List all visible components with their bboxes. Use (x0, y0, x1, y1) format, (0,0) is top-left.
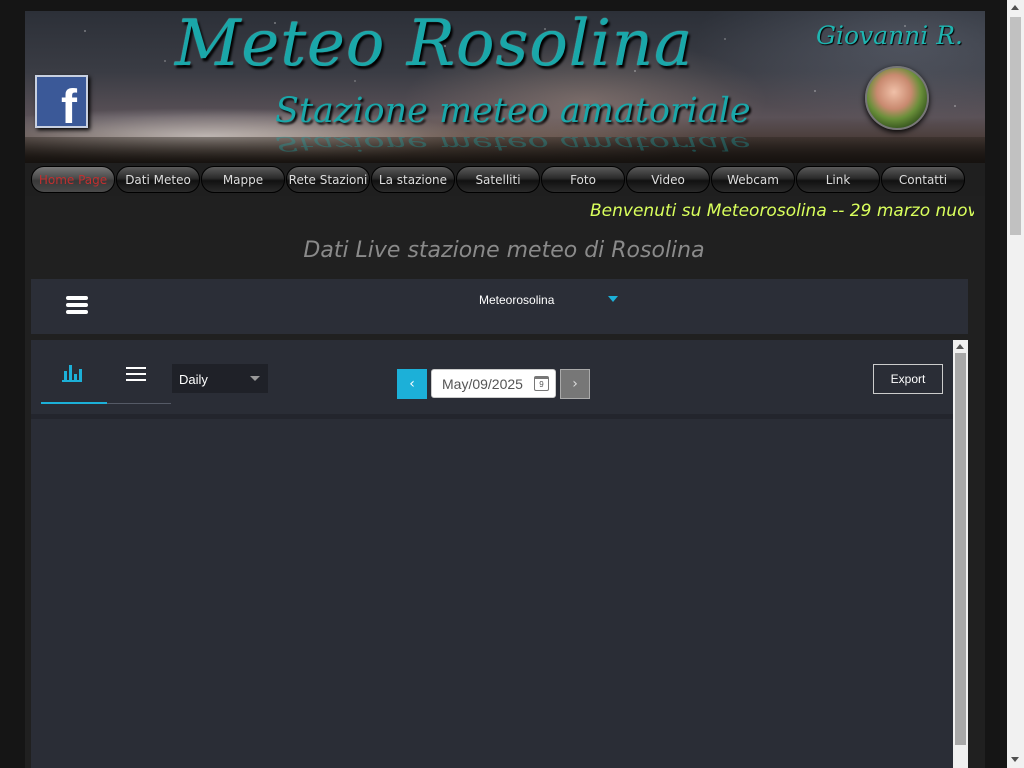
chevron-down-icon[interactable] (608, 296, 618, 302)
page-heading: Dati Live stazione meteo di Rosolina (303, 238, 705, 263)
nav-mappe[interactable]: Mappe (201, 166, 285, 193)
period-select[interactable]: Daily (172, 364, 268, 393)
date-input[interactable]: May/09/2025 9 (431, 369, 556, 398)
page-scrollbar[interactable] (1007, 0, 1024, 768)
facebook-glyph: f (61, 81, 77, 134)
widget-scrollbar[interactable] (953, 340, 968, 768)
nav-la-stazione[interactable]: La stazione (371, 166, 455, 193)
menu-icon[interactable] (66, 296, 88, 314)
bar-chart-icon (62, 364, 82, 382)
date-input-value: May/09/2025 (442, 376, 523, 392)
list-icon (126, 367, 146, 385)
nav-dati-meteo[interactable]: Dati Meteo (116, 166, 200, 193)
calendar-icon[interactable]: 9 (534, 376, 549, 391)
site-title: Meteo Rosolina (175, 11, 694, 81)
data-widget: Daily ‹ May/09/2025 9 › Export (31, 340, 968, 768)
export-button[interactable]: Export (873, 364, 943, 394)
header-banner: Meteo Rosolina Stazione meteo amatoriale… (25, 11, 985, 163)
nav-satelliti[interactable]: Satelliti (456, 166, 540, 193)
next-date-button[interactable]: › (560, 369, 590, 399)
marquee-text: Benvenuti su Meteorosolina -- 29 marzo n… (590, 201, 974, 221)
news-marquee: Benvenuti su Meteorosolina -- 29 marzo n… (570, 198, 974, 224)
site-subtitle: Stazione meteo amatoriale (275, 91, 751, 131)
chart-area (31, 419, 953, 768)
period-select-value: Daily (179, 372, 208, 387)
author-name: Giovanni R. (816, 21, 963, 50)
nav-contatti[interactable]: Contatti (881, 166, 965, 193)
nav-link[interactable]: Link (796, 166, 880, 193)
scroll-down-icon[interactable] (1011, 757, 1019, 762)
nav-foto[interactable]: Foto (541, 166, 625, 193)
tab-chart[interactable] (41, 344, 107, 404)
widget-header: Meteorosolina (31, 279, 968, 334)
site-subtitle-reflection: Stazione meteo amatoriale (275, 132, 751, 154)
main-nav: Home Page Dati Meteo Mappe Rete Stazioni… (25, 163, 985, 196)
chevron-down-icon (250, 376, 260, 381)
scrollbar-thumb[interactable] (1010, 17, 1021, 235)
nav-rete-stazioni[interactable]: Rete Stazioni (286, 166, 370, 193)
widget-toolbar: Daily ‹ May/09/2025 9 › Export (31, 344, 953, 414)
avatar (865, 66, 929, 130)
previous-date-button[interactable]: ‹ (397, 369, 427, 399)
scroll-up-icon[interactable] (1011, 5, 1019, 10)
tab-list[interactable] (107, 344, 171, 404)
scrollbar-thumb[interactable] (955, 353, 966, 745)
nav-webcam[interactable]: Webcam (711, 166, 795, 193)
nav-video[interactable]: Video (626, 166, 710, 193)
nav-home-page[interactable]: Home Page (31, 166, 115, 193)
scroll-up-icon[interactable] (956, 344, 964, 349)
station-select[interactable]: Meteorosolina (479, 293, 554, 307)
facebook-icon[interactable]: f (35, 75, 88, 132)
